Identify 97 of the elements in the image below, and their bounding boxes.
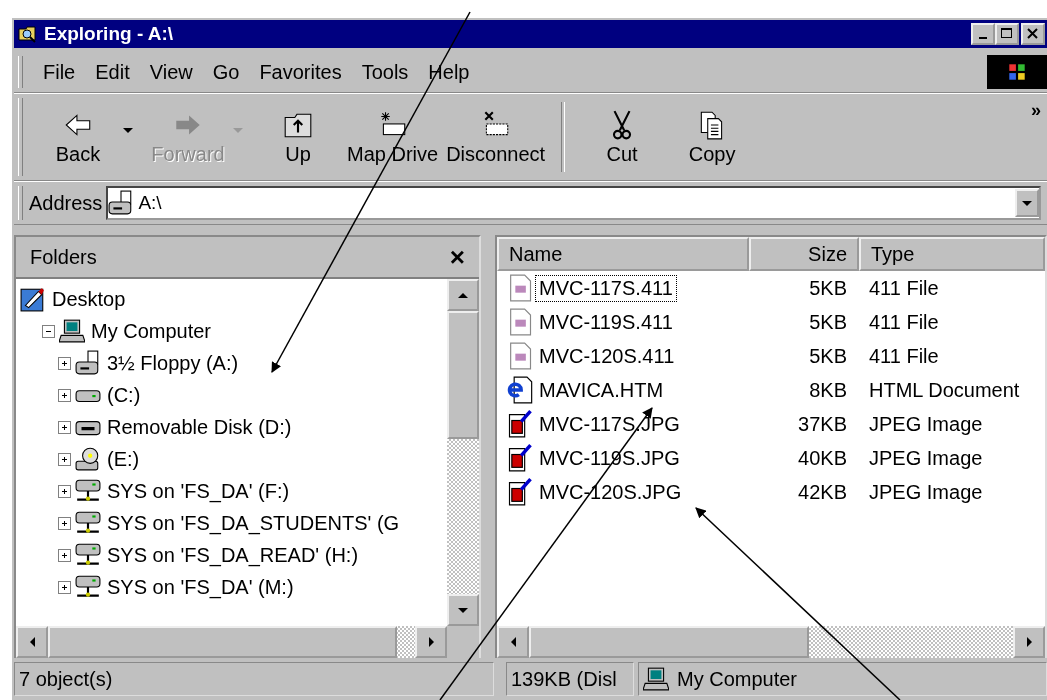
toolbar-button[interactable]: Cut: [577, 108, 668, 166]
pane-title: Folders: [30, 245, 97, 269]
tree-item[interactable]: SYS on 'FS_DA_STUDENTS' (G: [105, 511, 402, 535]
tree-item[interactable]: Desktop: [50, 287, 128, 311]
network-drive-icon: [75, 574, 101, 600]
menu-item[interactable]: File: [33, 60, 86, 84]
image-file-icon: [507, 478, 533, 506]
minimize-icon: [979, 37, 987, 39]
expand-box[interactable]: [58, 484, 71, 498]
expand-box[interactable]: [58, 452, 71, 466]
close-button[interactable]: [1021, 23, 1045, 45]
status-text: 139KB (Disl: [506, 662, 634, 696]
computer-icon: [643, 666, 669, 692]
file-type: 411 File: [868, 344, 940, 368]
dropdown-button[interactable]: [1015, 189, 1039, 217]
file-type: JPEG Image: [868, 480, 984, 504]
status-text: 7 object(s): [14, 662, 494, 696]
toolbar-button[interactable]: Disconnect: [442, 108, 550, 166]
address-label: Address: [29, 191, 103, 215]
tree-item[interactable]: SYS on 'FS_DA' (F:): [105, 479, 292, 503]
scroll-up-icon: [458, 292, 468, 298]
column-header[interactable]: Size: [749, 237, 859, 271]
dropdown-arrow-icon[interactable]: [123, 127, 133, 133]
floppy-drive-icon: [75, 350, 101, 376]
menu-item[interactable]: Favorites: [249, 60, 352, 84]
file-icon: [507, 274, 533, 302]
toolbar-button[interactable]: Copy: [667, 108, 758, 166]
file-size: 37KB: [797, 412, 848, 436]
cd-drive-icon: [75, 446, 101, 472]
file-size: 5KB: [808, 276, 848, 300]
scroll-right-icon: [1026, 637, 1032, 647]
collapse-box[interactable]: [42, 324, 55, 338]
window-title: Exploring - A:\: [44, 23, 175, 45]
image-file-icon: [507, 444, 533, 472]
tree-item[interactable]: Removable Disk (D:): [105, 415, 294, 439]
vertical-scrollbar[interactable]: [447, 279, 479, 626]
tree-item[interactable]: 3½ Floppy (A:): [105, 351, 241, 375]
image-file-icon: [507, 410, 533, 438]
scroll-down-icon: [458, 607, 468, 613]
network-drive-icon: [75, 542, 101, 568]
menu-item[interactable]: Go: [202, 60, 250, 84]
file-icon: [507, 342, 533, 370]
column-header[interactable]: Type: [859, 237, 1045, 271]
expand-box[interactable]: [58, 516, 71, 530]
network-drive-icon: [75, 478, 101, 504]
horizontal-scrollbar[interactable]: [16, 626, 479, 658]
maximize-icon: [1000, 27, 1014, 41]
menu-item[interactable]: Tools: [351, 60, 419, 84]
expand-box[interactable]: [58, 580, 71, 594]
scroll-right-icon: [428, 637, 434, 647]
expand-box[interactable]: [58, 356, 71, 370]
file-type: JPEG Image: [868, 446, 984, 470]
toolbar-button[interactable]: Back: [33, 108, 123, 166]
tree-item[interactable]: (C:): [105, 383, 143, 407]
scroll-left-icon: [510, 637, 516, 647]
file-size: 5KB: [808, 310, 848, 334]
magnifier-folder-icon: [18, 24, 38, 44]
tree-item[interactable]: SYS on 'FS_DA' (M:): [105, 575, 296, 599]
file-type: JPEG Image: [868, 412, 984, 436]
menu-item[interactable]: View: [139, 60, 203, 84]
menu-item[interactable]: Edit: [85, 60, 140, 84]
network-drive-icon: [75, 510, 101, 536]
file-name[interactable]: MVC-119S.411: [535, 308, 677, 336]
computer-icon: [59, 318, 85, 344]
tree-item[interactable]: SYS on 'FS_DA_READ' (H:): [105, 543, 361, 567]
column-header[interactable]: Name: [497, 237, 749, 271]
close-pane-button[interactable]: ×: [449, 244, 465, 270]
horizontal-scrollbar[interactable]: [497, 626, 1045, 658]
file-type: 411 File: [868, 276, 940, 300]
maximize-button[interactable]: [995, 23, 1019, 45]
file-size: 5KB: [808, 344, 848, 368]
expand-box[interactable]: [58, 548, 71, 562]
desktop-icon: [20, 286, 46, 312]
close-icon: [1026, 27, 1040, 41]
tree-item[interactable]: My Computer: [89, 319, 214, 343]
file-name[interactable]: MVC-120S.411: [535, 342, 679, 370]
minimize-button[interactable]: [971, 23, 995, 45]
windows-logo-icon: [987, 55, 1047, 89]
more-buttons[interactable]: »: [1031, 100, 1041, 121]
file-size: 8KB: [808, 378, 848, 402]
toolbar-button[interactable]: Map Drive: [343, 108, 443, 166]
tree-item[interactable]: (E:): [105, 447, 142, 471]
caret-icon: [1022, 200, 1032, 206]
file-icon: [507, 308, 533, 336]
expand-box[interactable]: [58, 388, 71, 402]
address-field[interactable]: A:\: [106, 186, 1041, 220]
toolbar-button[interactable]: Up: [253, 108, 343, 166]
file-name[interactable]: MAVICA.HTM: [535, 376, 668, 404]
status-text: My Computer: [677, 667, 798, 691]
file-name[interactable]: MVC-117S.411: [535, 274, 677, 302]
file-size: 42KB: [797, 480, 848, 504]
scroll-left-icon: [29, 637, 35, 647]
file-type: HTML Document: [868, 378, 1021, 402]
file-type: 411 File: [868, 310, 940, 334]
web-page-icon: [507, 376, 533, 404]
expand-box[interactable]: [58, 420, 71, 434]
file-size: 40KB: [797, 446, 848, 470]
